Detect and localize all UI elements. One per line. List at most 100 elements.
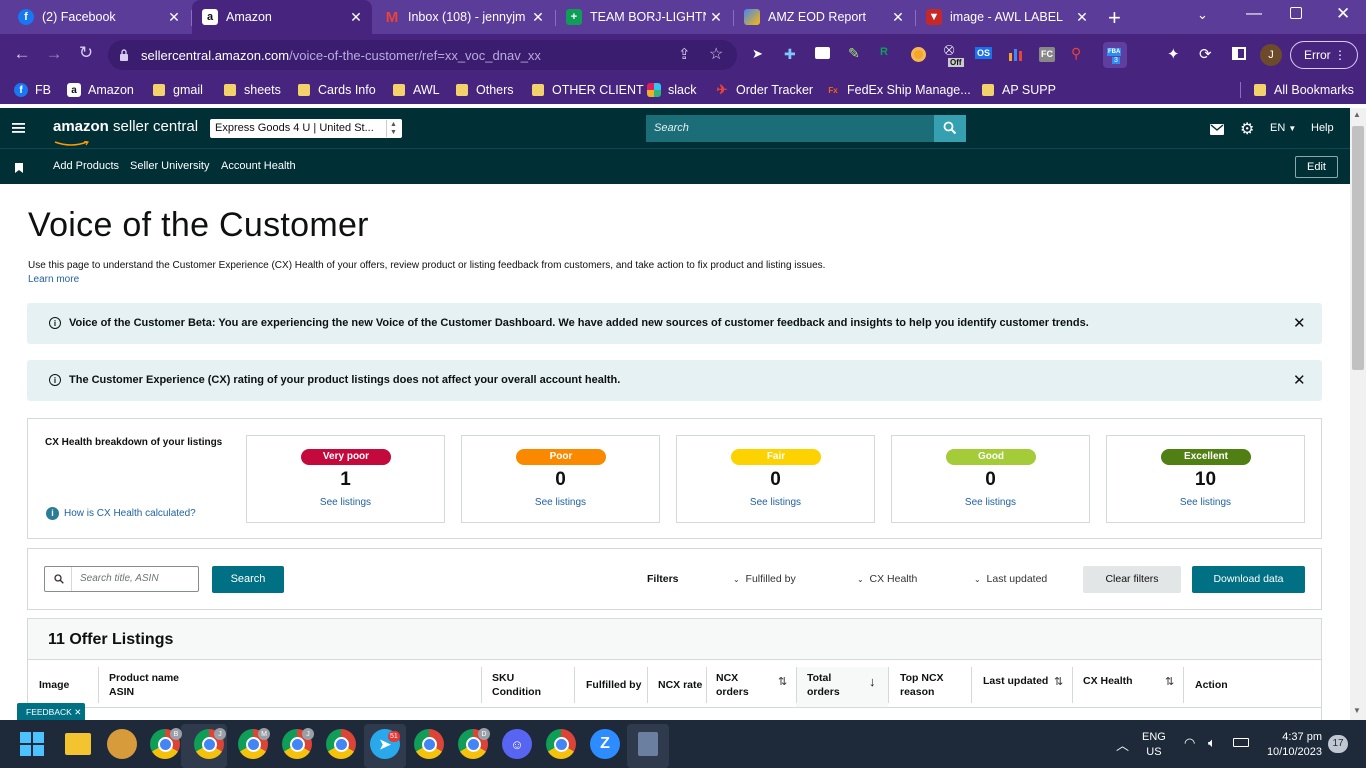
help-link[interactable]: Help [1311,122,1334,134]
reload-icon[interactable]: ↻ [74,43,98,63]
bookmark-star-icon[interactable]: ☆ [709,44,723,64]
extension-fba-icon[interactable]: FBA 3 [1103,42,1127,68]
close-icon[interactable]: ✕ [1293,371,1306,389]
tab-search-icon[interactable]: ⌄ [1197,7,1208,23]
bookmark-other-client[interactable]: OTHER CLIENT [532,76,644,104]
see-listings-link[interactable]: See listings [677,497,874,508]
column-cx-health[interactable]: CX Health [1083,674,1133,688]
share-icon[interactable]: ⇪ [678,45,691,63]
extension-os-icon[interactable]: OS [975,47,993,59]
profile-avatar[interactable]: J [1260,44,1282,66]
bookmark-slack[interactable]: slack [647,76,696,104]
window-close-icon[interactable]: ✕ [1336,4,1350,24]
volume-icon[interactable]: 🔈︎ [1208,735,1216,751]
learn-more-link[interactable]: Learn more [28,274,79,285]
listing-search-input[interactable]: Search title, ASIN [44,566,199,592]
close-icon[interactable]: ✕ [164,9,184,26]
bookmark-amazon[interactable]: a Amazon [67,76,134,104]
seller-central-logo[interactable]: amazon seller central [53,118,198,135]
all-bookmarks[interactable]: All Bookmarks [1254,76,1354,104]
see-listings-link[interactable]: See listings [1107,497,1304,508]
bookmark-order-tracker[interactable]: ✈ Order Tracker [715,76,814,104]
extension-fc-icon[interactable]: FC [1039,47,1055,62]
mail-icon[interactable] [1210,122,1224,135]
windows-start-icon[interactable] [20,732,44,756]
bookmark-awl[interactable]: AWL [393,76,440,104]
bookmark-cards-info[interactable]: Cards Info [298,76,376,104]
bookmark-gmail[interactable]: gmail [153,76,203,104]
scrollbar-thumb[interactable] [1352,126,1364,370]
side-panel-icon[interactable] [1232,47,1246,60]
column-last-updated[interactable]: Last updated [983,674,1048,688]
chrome-icon[interactable] [546,729,576,759]
tab-awl-label[interactable]: ▼ image - AWL LABEL ✕ [916,0,1098,34]
header-search-input[interactable]: Search [646,115,934,142]
minimize-icon[interactable]: — [1246,5,1262,23]
hamburger-menu-icon[interactable] [12,121,25,133]
how-cx-calculated-link[interactable]: How is CX Health calculated? [64,508,196,519]
extension-plus-icon[interactable]: ✚ [784,46,796,63]
input-language[interactable]: ENG US [1142,730,1166,760]
edit-nav-button[interactable]: Edit [1295,156,1338,178]
app-icon[interactable] [107,729,137,759]
sort-icon[interactable]: ⇅ [778,675,787,688]
scroll-up-icon[interactable]: ▲ [1353,110,1361,119]
extensions-puzzle-icon[interactable]: ✦ [1167,45,1180,63]
calculator-icon[interactable] [638,732,658,756]
scroll-down-icon[interactable]: ▼ [1353,706,1361,715]
see-listings-link[interactable]: See listings [462,497,659,508]
tab-amz-eod-report[interactable]: AMZ EOD Report ✕ [734,0,914,34]
extension-r-icon[interactable]: R [880,46,888,58]
nav-account-health[interactable]: Account Health [221,160,296,172]
tab-gmail[interactable]: M Inbox (108) - jennyjm ✕ [374,0,554,34]
see-listings-link[interactable]: See listings [247,497,444,508]
bookmark-ap-supp[interactable]: AP SUPP [982,76,1056,104]
sort-descending-icon[interactable]: ↓ [869,674,876,689]
extension-circle-icon[interactable] [911,47,926,62]
bookmark-fb[interactable]: f FB [14,76,51,104]
extension-camera-icon[interactable] [815,47,830,59]
battery-icon[interactable] [1233,738,1249,747]
column-ncx-rate[interactable]: NCX rate [658,678,702,692]
tab-sheets[interactable]: + TEAM BORJ-LIGHTNI ✕ [556,0,732,34]
forward-icon[interactable]: → [42,44,66,64]
chrome-profile-icon[interactable] [414,729,444,759]
close-icon[interactable]: ✕ [346,9,366,26]
chrome-icon[interactable] [326,729,356,759]
new-tab-button[interactable]: + [1108,5,1121,31]
clear-filters-button[interactable]: Clear filters [1083,566,1181,593]
extension-pin-icon[interactable]: ⚲ [1071,45,1081,62]
column-ncx-orders[interactable]: NCX orders [716,671,749,699]
column-fulfilled-by[interactable]: Fulfilled by [586,678,641,692]
download-data-button[interactable]: Download data [1192,566,1305,593]
extension-cursor-icon[interactable]: ➤ [752,46,763,62]
gear-icon[interactable]: ⚙ [1240,119,1254,139]
nav-seller-university[interactable]: Seller University [130,160,209,172]
extension-chart-icon[interactable] [1008,47,1023,61]
file-explorer-icon[interactable] [65,733,91,755]
column-total-orders[interactable]: Total orders [807,671,840,699]
close-icon[interactable]: ✕ [888,9,908,26]
filter-last-updated[interactable]: ⌄ Last updated [974,573,1047,585]
extension-eyedropper-icon[interactable]: ✎ [848,45,860,62]
store-selector[interactable]: Express Goods 4 U | United St... [210,119,402,138]
tab-facebook[interactable]: f (2) Facebook ✕ [8,0,190,34]
sort-icon[interactable]: ⇅ [1054,675,1063,688]
header-search-button[interactable] [934,115,966,142]
bookmark-icon[interactable] [15,160,23,173]
restore-icon[interactable] [1290,7,1302,19]
back-icon[interactable]: ← [10,44,34,64]
column-top-ncx-reason[interactable]: Top NCX reason [900,671,944,699]
tray-chevron-icon[interactable]: ︿ [1116,735,1129,754]
bookmark-others[interactable]: Others [456,76,514,104]
close-icon[interactable]: ✕ [706,9,726,26]
filter-fulfilled-by[interactable]: ⌄ Fulfilled by [733,573,796,585]
search-button[interactable]: Search [212,566,284,593]
notification-badge[interactable]: 17 [1328,735,1348,753]
sort-icon[interactable]: ⇅ [1165,675,1174,688]
bookmark-fedex[interactable]: Fx FedEx Ship Manage... [826,76,970,104]
tab-amazon[interactable]: a Amazon ✕ [192,0,372,34]
close-icon[interactable]: ✕ [1072,9,1092,26]
see-listings-link[interactable]: See listings [892,497,1089,508]
column-product-name[interactable]: Product name ASIN [109,671,179,699]
